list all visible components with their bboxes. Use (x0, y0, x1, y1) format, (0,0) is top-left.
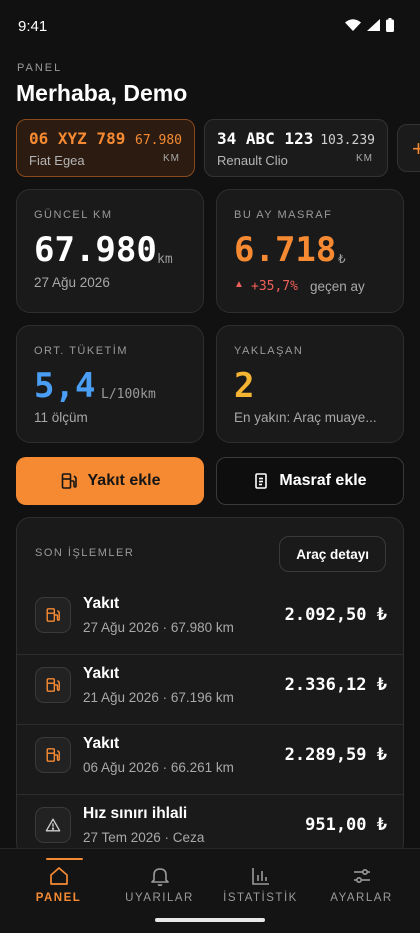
transaction-amount: 2.289,59 ₺ (284, 745, 387, 765)
transaction-meta: 21 Ağu 2026 · 67.196 km (83, 690, 234, 705)
nav-label: UYARILAR (125, 892, 194, 904)
status-time: 9:41 (18, 18, 48, 35)
transaction-meta: 06 Ağu 2026 · 66.261 km (83, 760, 234, 775)
monthly-expense-card: BU AY MASRAF 6.718 ₺ ▲ +35,7% geçen ay (216, 189, 404, 313)
fuel-pump-icon (35, 667, 71, 703)
fuel-pump-icon (61, 473, 77, 489)
nav-item-alerts[interactable]: UYARILAR (107, 849, 212, 919)
expense-change-text: geçen ay (310, 279, 365, 294)
trend-up-icon: ▲ (234, 279, 244, 290)
upcoming-next: En yakın: Araç muaye... (234, 410, 377, 425)
transaction-amount: 951,00 ₺ (305, 815, 387, 835)
transaction-name: Yakıt (83, 735, 120, 752)
active-tab-indicator (46, 858, 83, 860)
fuel-pump-icon (35, 737, 71, 773)
transaction-meta: 27 Tem 2026 · Ceza (83, 830, 205, 845)
avg-consumption-value: 5,4 (34, 366, 96, 406)
bar-chart-icon (252, 868, 269, 885)
transaction-meta: 27 Ağu 2026 · 67.980 km (83, 620, 234, 635)
nav-label: AYARLAR (330, 892, 393, 904)
add-expense-button[interactable]: Masraf ekle (216, 457, 404, 505)
card-label: ORT. TÜKETİM (34, 345, 128, 357)
cellular-icon (367, 19, 380, 31)
sliders-icon (354, 869, 370, 884)
section-label: PANEL (17, 62, 63, 74)
nav-item-statistics[interactable]: İSTATİSTİK (208, 849, 313, 919)
nav-label: İSTATİSTİK (223, 892, 298, 904)
upcoming-card[interactable]: YAKLAŞAN 2 En yakın: Araç muaye... (216, 325, 404, 443)
nav-item-settings[interactable]: AYARLAR (309, 849, 414, 919)
vehicle-km-unit: KM (163, 153, 180, 164)
transaction-amount: 2.336,12 ₺ (284, 675, 387, 695)
bell-icon (151, 868, 169, 887)
vehicle-chip-renault-clio[interactable]: 34 ABC 123 Renault Clio 103.239 KM (204, 119, 388, 177)
card-label: YAKLAŞAN (234, 345, 304, 357)
nav-item-panel[interactable]: PANEL (6, 849, 111, 919)
vehicle-detail-button[interactable]: Araç detayı (279, 536, 386, 572)
home-icon (50, 867, 68, 885)
vehicle-plate: 06 XYZ 789 (29, 129, 126, 148)
measurement-count: 11 ölçüm (34, 410, 88, 425)
current-km-card: GÜNCEL KM 67.980 km 27 Ağu 2026 (16, 189, 204, 313)
currency-symbol: ₺ (338, 252, 346, 266)
transaction-amount: 2.092,50 ₺ (284, 605, 387, 625)
card-label: BU AY MASRAF (234, 209, 333, 221)
vehicle-plate: 34 ABC 123 (217, 129, 314, 148)
avg-consumption-unit: L/100km (101, 387, 156, 402)
transaction-name: Yakıt (83, 595, 120, 612)
page-title: Merhaba, Demo (16, 80, 188, 106)
transaction-name: Hız sınırı ihlali (83, 805, 188, 822)
fuel-pump-icon (35, 597, 71, 633)
home-indicator (155, 918, 265, 922)
expense-change: +35,7% (251, 279, 298, 294)
add-vehicle-button[interactable]: + (397, 124, 420, 172)
card-label: GÜNCEL KM (34, 209, 113, 221)
current-km-unit: km (157, 252, 173, 267)
current-km-value: 67.980 (34, 230, 157, 270)
transaction-row[interactable]: Yakıt 21 Ağu 2026 · 67.196 km 2.336,12 ₺ (17, 655, 403, 725)
add-fuel-label: Yakıt ekle (87, 472, 161, 489)
add-expense-label: Masraf ekle (279, 472, 367, 489)
add-fuel-button[interactable]: Yakıt ekle (16, 457, 204, 505)
vehicle-km: 103.239 (320, 133, 375, 148)
plus-icon: + (412, 136, 420, 161)
upcoming-count: 2 (234, 366, 255, 406)
vehicle-km: 67.980 (135, 133, 182, 148)
monthly-expense-value: 6.718 (234, 230, 337, 270)
vehicle-km-unit: KM (356, 153, 373, 164)
wifi-icon (345, 19, 361, 31)
current-km-date: 27 Ağu 2026 (34, 275, 110, 290)
recent-transactions-card: SON İŞLEMLER Araç detayı Yakıt 27 Ağu 20… (16, 517, 404, 857)
avg-consumption-card: ORT. TÜKETİM 5,4 L/100km 11 ölçüm (16, 325, 204, 443)
warning-triangle-icon (35, 807, 71, 843)
vehicle-model: Renault Clio (217, 153, 288, 168)
transaction-row[interactable]: Yakıt 06 Ağu 2026 · 66.261 km 2.289,59 ₺ (17, 725, 403, 795)
status-icons (345, 18, 394, 32)
status-bar: 9:41 (0, 0, 420, 52)
vehicle-chip-fiat-egea[interactable]: 06 XYZ 789 Fiat Egea 67.980 KM (16, 119, 195, 177)
receipt-icon (255, 473, 268, 489)
transaction-name: Yakıt (83, 665, 120, 682)
nav-label: PANEL (35, 892, 82, 904)
recent-transactions-title: SON İŞLEMLER (35, 547, 135, 559)
vehicle-model: Fiat Egea (29, 153, 85, 168)
transaction-row[interactable]: Yakıt 27 Ağu 2026 · 67.980 km 2.092,50 ₺ (17, 585, 403, 655)
battery-icon (386, 18, 394, 32)
